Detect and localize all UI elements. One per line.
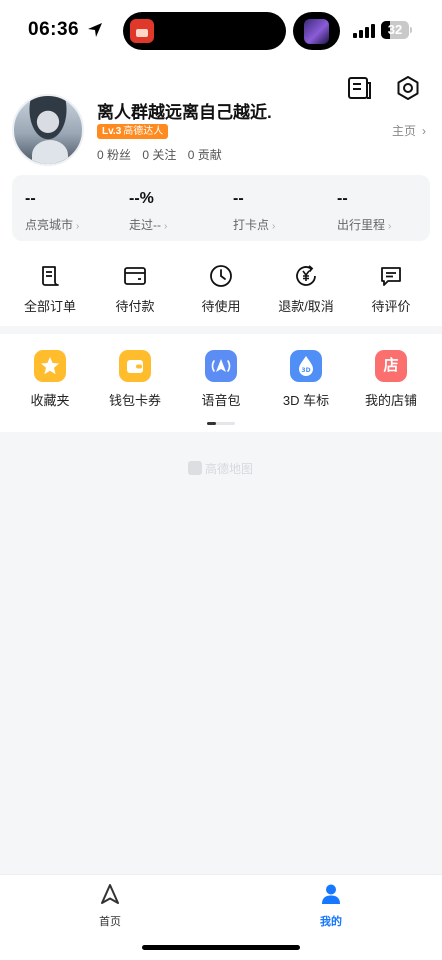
favorites-button[interactable]: 收藏夹	[8, 350, 92, 409]
tab-home[interactable]: 首页	[80, 883, 140, 929]
tool-label: 收藏夹	[30, 393, 70, 408]
stat-mileage[interactable]: -- 出行里程 ›	[337, 190, 391, 233]
chevron-right-icon: ›	[422, 124, 426, 138]
app-watermark: 高德地图	[188, 460, 253, 477]
shop-icon: 店	[375, 350, 407, 382]
avatar[interactable]	[12, 94, 84, 166]
stat-label: 走过--	[129, 218, 161, 232]
tab-label: 我的	[320, 916, 342, 928]
3d-car-icon: 3D	[290, 350, 322, 382]
username: 离人群越远离自己越近.	[97, 103, 272, 122]
travel-stats-card: -- 点亮城市 › --% 走过-- › -- 打卡点 › -- 出行里程 ›	[12, 175, 430, 241]
my-shop-button[interactable]: 店 我的店铺	[349, 350, 433, 409]
stat-value: --	[25, 190, 36, 207]
order-label: 全部订单	[23, 299, 76, 314]
stat-lit-cities[interactable]: -- 点亮城市 ›	[25, 190, 79, 233]
cellular-signal-icon	[353, 24, 375, 38]
tool-label: 我的店铺	[364, 393, 417, 408]
amap-logo-icon	[188, 461, 202, 475]
order-to-use-button[interactable]: 待使用	[179, 264, 263, 315]
chevron-right-icon: ›	[76, 221, 80, 232]
dynamic-island	[123, 12, 286, 50]
stat-value: --	[233, 190, 244, 207]
stat-visited[interactable]: --% 走过-- ›	[129, 190, 167, 233]
tool-label: 语音包	[201, 393, 241, 408]
battery-level: 32	[387, 22, 403, 37]
status-time: 06:36	[28, 19, 80, 40]
chevron-right-icon: ›	[272, 221, 276, 232]
tab-mine[interactable]: 我的	[301, 883, 361, 929]
contribution-count[interactable]: 0 贡献	[188, 148, 222, 162]
order-label: 退款/取消	[278, 299, 334, 314]
battery-cap	[410, 27, 412, 33]
level-badge[interactable]: Lv.3 高德达人	[97, 124, 169, 139]
media-artwork-icon	[304, 19, 329, 44]
stat-checkins[interactable]: -- 打卡点 ›	[233, 190, 275, 233]
chevron-right-icon: ›	[388, 221, 392, 232]
level-number: Lv.3	[102, 126, 122, 137]
person-icon	[322, 884, 340, 904]
following-count[interactable]: 0 关注	[142, 148, 176, 162]
location-arrow-icon	[88, 23, 102, 37]
settings-icon[interactable]	[395, 75, 421, 101]
stat-label: 出行里程	[337, 218, 386, 232]
stat-label: 打卡点	[233, 218, 270, 232]
chevron-right-icon: ›	[164, 221, 168, 232]
order-refund-button[interactable]: 退款/取消	[264, 264, 348, 315]
3d-car-logo-button[interactable]: 3D 3D 车标	[264, 350, 348, 409]
navigation-arrow-icon	[101, 884, 119, 904]
refund-yen-icon	[296, 265, 316, 286]
notes-icon[interactable]	[346, 75, 372, 101]
page-indicator-active	[207, 422, 216, 425]
profile-header: 离人群越远离自己越近. Lv.3 高德达人 0 粉丝 0 关注 0 贡献 主页 ›…	[0, 62, 442, 250]
battery-icon: 32	[381, 21, 409, 39]
voice-pack-button[interactable]: 语音包	[179, 350, 263, 409]
comment-icon	[381, 267, 401, 286]
dynamic-island-secondary	[293, 12, 340, 50]
svg-text:3D: 3D	[301, 367, 310, 374]
stat-value: --	[337, 190, 348, 207]
homepage-link[interactable]: 主页	[392, 122, 416, 139]
orders-row: 全部订单 待付款 待使用 退款/取消 待评价	[0, 250, 442, 326]
wallet-coupons-button[interactable]: 钱包卡券	[93, 350, 177, 409]
tab-label: 首页	[99, 916, 121, 928]
live-activity-app-icon	[130, 19, 154, 43]
clock-icon	[210, 265, 232, 287]
order-list-icon	[42, 266, 59, 286]
tool-label: 3D 车标	[282, 393, 330, 408]
stat-label: 点亮城市	[25, 218, 74, 232]
status-bar: 06:36 32	[0, 0, 442, 62]
home-indicator	[142, 945, 300, 950]
social-counts: 0 粉丝 0 关注 0 贡献	[97, 146, 230, 163]
stat-value: --%	[129, 190, 154, 207]
order-label: 待评价	[371, 299, 411, 314]
order-to-review-button[interactable]: 待评价	[349, 264, 433, 315]
star-icon	[34, 350, 66, 382]
order-all-button[interactable]: 全部订单	[8, 264, 92, 315]
wallet-icon	[119, 350, 151, 382]
tools-row: 收藏夹 钱包卡券 语音包 3D 3D 车标 店 我的店铺	[0, 334, 442, 432]
tool-label: 钱包卡券	[108, 393, 161, 408]
fans-count[interactable]: 0 粉丝	[97, 148, 131, 162]
wallet-card-icon	[124, 267, 146, 285]
page-indicator	[207, 422, 235, 425]
order-label: 待使用	[201, 299, 241, 314]
order-pending-payment-button[interactable]: 待付款	[93, 264, 177, 315]
voice-navigation-icon	[205, 350, 237, 382]
level-title: 高德达人	[123, 126, 164, 137]
watermark-text: 高德地图	[205, 462, 254, 476]
order-label: 待付款	[115, 299, 155, 314]
